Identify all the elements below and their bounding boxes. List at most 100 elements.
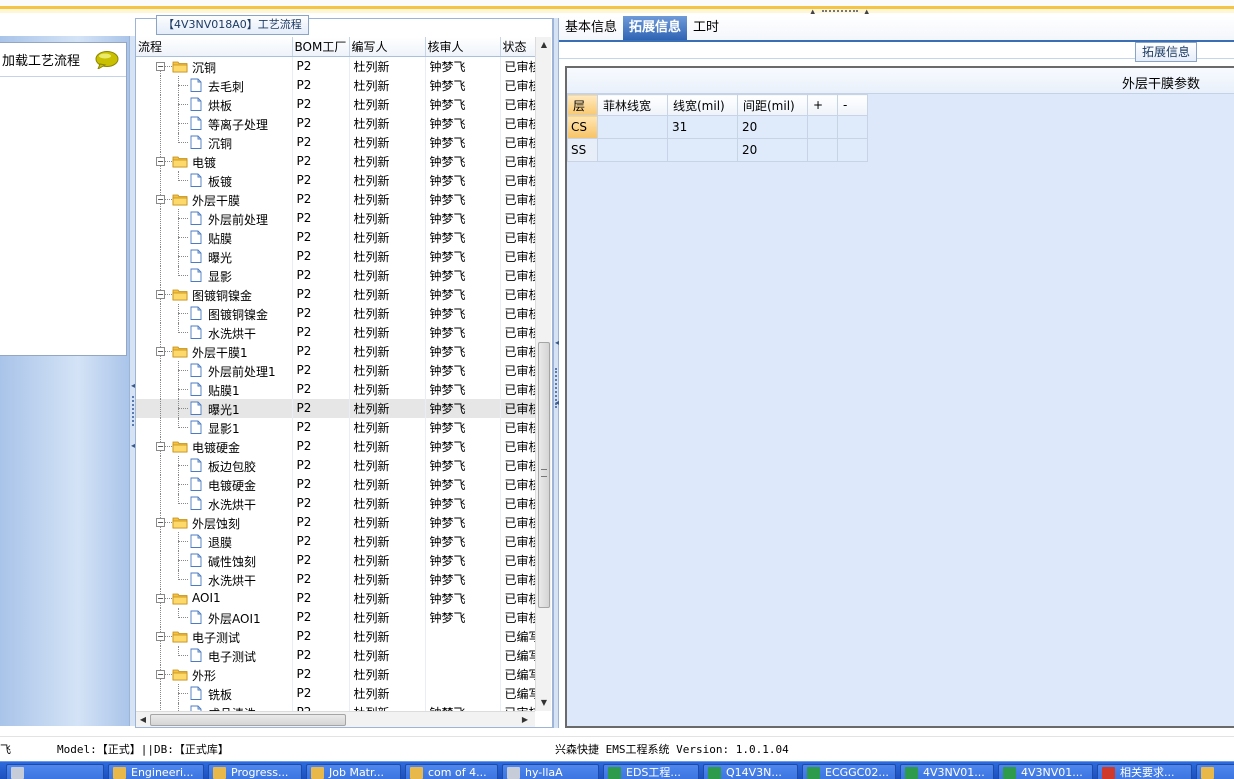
tree-cell-reviewer[interactable]: 钟梦飞 [425,265,501,285]
tree-cell-reviewer[interactable]: 钟梦飞 [425,113,501,133]
tree-cell-bom[interactable]: P2 [292,75,350,95]
tree-cell-bom[interactable]: P2 [292,645,350,665]
tree-cell-bom[interactable]: P2 [292,132,350,152]
tree-row[interactable]: − 外层干膜1 P2杜列新钟梦飞已审核 [136,341,535,361]
tree-cell-process[interactable]: − 电镀硬金 [136,436,293,456]
tree-horizontal-scrollbar[interactable]: ◀ ▶ [136,711,535,727]
collapse-toggle-icon[interactable]: − [156,289,165,299]
params-film-width-cell[interactable] [597,138,668,162]
tree-row[interactable]: 电子测试 P2杜列新 已编写 [136,645,535,665]
tree-cell-reviewer[interactable]: 钟梦飞 [425,132,501,152]
tree-cell-status[interactable]: 已编写 [500,645,535,665]
params-header-add[interactable]: + [807,94,838,116]
tree-cell-bom[interactable]: P2 [292,550,350,570]
tree-cell-bom[interactable]: P2 [292,455,350,475]
tree-cell-writer[interactable]: 杜列新 [349,607,426,627]
tree-cell-status[interactable]: 已审核 [500,303,535,323]
taskbar-item[interactable]: hy-llaA [502,764,599,779]
tree-cell-bom[interactable]: P2 [292,189,350,209]
tree-cell-writer[interactable]: 杜列新 [349,379,426,399]
collapse-toggle-icon[interactable]: − [156,61,165,71]
params-add-cell[interactable] [807,115,838,139]
tree-cell-bom[interactable]: P2 [292,493,350,513]
tree-cell-status[interactable]: 已审核 [500,227,535,247]
tree-cell-writer[interactable]: 杜列新 [349,664,426,684]
collapse-toggle-icon[interactable]: − [156,346,165,356]
taskbar-item[interactable]: ECGGC02... [802,764,896,779]
tree-cell-writer[interactable]: 杜列新 [349,398,426,418]
collapse-toggle-icon[interactable]: − [156,517,165,527]
tree-cell-reviewer[interactable] [425,645,501,665]
tree-cell-process[interactable]: 水洗烘干 [136,569,293,589]
tree-row[interactable]: 图镀铜镍金 P2杜列新钟梦飞已审核 [136,303,535,323]
column-header-reviewer[interactable]: 核审人 [425,37,501,57]
taskbar-item[interactable]: EDS工程... [603,764,699,779]
tree-cell-process[interactable]: 外层前处理 [136,208,293,228]
tree-cell-reviewer[interactable]: 钟梦飞 [425,94,501,114]
column-header-status[interactable]: 状态 [500,37,535,57]
tree-cell-writer[interactable]: 杜列新 [349,170,426,190]
tree-cell-process[interactable]: − 外形 [136,664,293,684]
tree-row[interactable]: 水洗烘干 P2杜列新钟梦飞已审核 [136,322,535,342]
tree-cell-writer[interactable]: 杜列新 [349,94,426,114]
scroll-up-icon[interactable]: ▲ [536,37,552,53]
tree-cell-bom[interactable]: P2 [292,208,350,228]
tree-cell-status[interactable]: 已审核 [500,531,535,551]
tree-cell-process[interactable]: 板镀 [136,170,293,190]
tree-cell-reviewer[interactable]: 钟梦飞 [425,189,501,209]
tree-cell-reviewer[interactable]: 钟梦飞 [425,246,501,266]
tree-cell-process[interactable]: 铣板 [136,683,293,703]
taskbar-item[interactable]: 相关要求... [1097,764,1192,779]
tree-cell-process[interactable]: − 外层干膜1 [136,341,293,361]
tree-cell-process[interactable]: − 沉铜 [136,56,293,76]
panel-collapse-grip[interactable]: ▲ ▲ [810,9,870,16]
load-process-item[interactable]: 加载工艺流程 [0,43,126,77]
taskbar-item[interactable] [1196,764,1234,779]
tree-cell-writer[interactable]: 杜列新 [349,683,426,703]
params-spacing-cell[interactable]: 20 [737,115,808,139]
tree-cell-status[interactable]: 已审核 [500,550,535,570]
tree-cell-bom[interactable]: P2 [292,341,350,361]
tree-row[interactable]: 成品清洗P2杜列新钟梦飞已审核 [136,702,535,711]
tree-cell-bom[interactable]: P2 [292,170,350,190]
tree-cell-reviewer[interactable]: 钟梦飞 [425,417,501,437]
tree-row[interactable]: 板边包胶 P2杜列新钟梦飞已审核 [136,455,535,475]
collapse-toggle-icon[interactable]: − [156,156,165,166]
tree-cell-reviewer[interactable]: 钟梦飞 [425,379,501,399]
tree-row[interactable]: 曝光1 P2杜列新钟梦飞已审核 [136,398,535,418]
tree-cell-status[interactable]: 已审核 [500,474,535,494]
tree-cell-writer[interactable]: 杜列新 [349,303,426,323]
tree-cell-process[interactable]: − 外层蚀刻 [136,512,293,532]
tree-cell-writer[interactable]: 杜列新 [349,512,426,532]
tree-cell-reviewer[interactable]: 钟梦飞 [425,170,501,190]
tree-cell-reviewer[interactable]: 钟梦飞 [425,56,501,76]
tab-basic-info[interactable]: 基本信息 [559,16,623,40]
tree-cell-process[interactable]: 去毛刺 [136,75,293,95]
tree-cell-writer[interactable]: 杜列新 [349,588,426,608]
tree-cell-process[interactable]: 退膜 [136,531,293,551]
tree-cell-status[interactable]: 已审核 [500,398,535,418]
tree-cell-status[interactable]: 已审核 [500,246,535,266]
tree-cell-process[interactable]: 碱性蚀刻 [136,550,293,570]
tree-cell-status[interactable]: 已审核 [500,493,535,513]
tree-cell-status[interactable]: 已编写 [500,664,535,684]
tree-cell-reviewer[interactable]: 钟梦飞 [425,550,501,570]
tree-cell-process[interactable]: − 电子测试 [136,626,293,646]
tree-cell-writer[interactable]: 杜列新 [349,569,426,589]
tree-cell-process[interactable]: 电镀硬金 [136,474,293,494]
params-film-width-cell[interactable] [597,115,668,139]
tree-row[interactable]: 水洗烘干 P2杜列新钟梦飞已审核 [136,493,535,513]
tree-cell-bom[interactable]: P2 [292,322,350,342]
params-layer-cell[interactable]: SS [567,138,598,162]
tree-cell-status[interactable]: 已审核 [500,588,535,608]
params-remove-cell[interactable] [837,115,868,139]
tree-cell-process[interactable]: 板边包胶 [136,455,293,475]
tree-cell-bom[interactable]: P2 [292,94,350,114]
taskbar-item[interactable]: Q14V3N... [703,764,798,779]
tree-cell-process[interactable]: 电子测试 [136,645,293,665]
tree-cell-reviewer[interactable]: 钟梦飞 [425,569,501,589]
tree-cell-process[interactable]: 显影 [136,265,293,285]
tree-cell-status[interactable]: 已审核 [500,94,535,114]
tree-row[interactable]: − 图镀铜镍金 P2杜列新钟梦飞已审核 [136,284,535,304]
tree-cell-writer[interactable]: 杜列新 [349,417,426,437]
